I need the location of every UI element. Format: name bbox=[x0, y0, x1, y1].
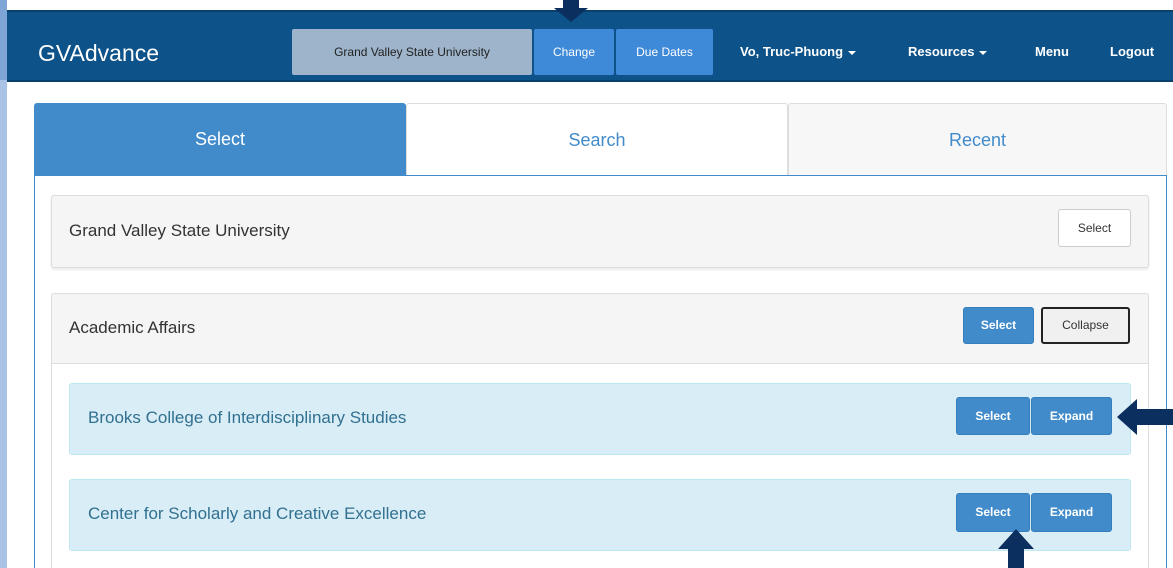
user-menu-label: Vo, Truc-Phuong bbox=[740, 44, 844, 59]
left-edge-strip bbox=[0, 0, 7, 568]
expand-button[interactable]: Expand bbox=[1031, 397, 1112, 435]
arrow-icon bbox=[998, 529, 1034, 568]
select-button[interactable]: Select bbox=[963, 307, 1034, 344]
select-button[interactable]: Select bbox=[1058, 209, 1131, 247]
tab-select[interactable]: Select bbox=[34, 103, 406, 176]
collapse-button[interactable]: Collapse bbox=[1041, 307, 1130, 344]
unit-title: Academic Affairs bbox=[69, 318, 196, 337]
resources-menu-label: Resources bbox=[908, 44, 975, 59]
tab-recent[interactable]: Recent bbox=[788, 103, 1167, 176]
select-button[interactable]: Select bbox=[956, 397, 1030, 435]
unit-title: Center for Scholarly and Creative Excell… bbox=[88, 504, 427, 523]
left-edge-strip-top bbox=[0, 0, 7, 80]
unit-title: Grand Valley State University bbox=[69, 221, 290, 240]
resources-menu[interactable]: Resources bbox=[908, 29, 988, 75]
user-menu[interactable]: Vo, Truc-Phuong bbox=[740, 29, 857, 75]
expand-button[interactable]: Expand bbox=[1031, 493, 1112, 532]
arrow-icon bbox=[554, 0, 588, 22]
select-button[interactable]: Select bbox=[956, 493, 1030, 532]
brand-logo[interactable]: GVAdvance bbox=[38, 40, 159, 67]
unit-title: Brooks College of Interdisciplinary Stud… bbox=[88, 408, 407, 427]
caret-down-icon bbox=[979, 50, 988, 55]
tab-search[interactable]: Search bbox=[406, 103, 788, 176]
app-window: GVAdvance Grand Valley State University … bbox=[0, 0, 1173, 568]
caret-down-icon bbox=[848, 50, 857, 55]
arrow-icon bbox=[1117, 399, 1173, 435]
due-dates-button[interactable]: Due Dates bbox=[616, 29, 713, 75]
logout-link[interactable]: Logout bbox=[1110, 29, 1154, 75]
current-institution: Grand Valley State University bbox=[292, 29, 532, 75]
change-button[interactable]: Change bbox=[534, 29, 614, 75]
menu-link[interactable]: Menu bbox=[1035, 29, 1069, 75]
